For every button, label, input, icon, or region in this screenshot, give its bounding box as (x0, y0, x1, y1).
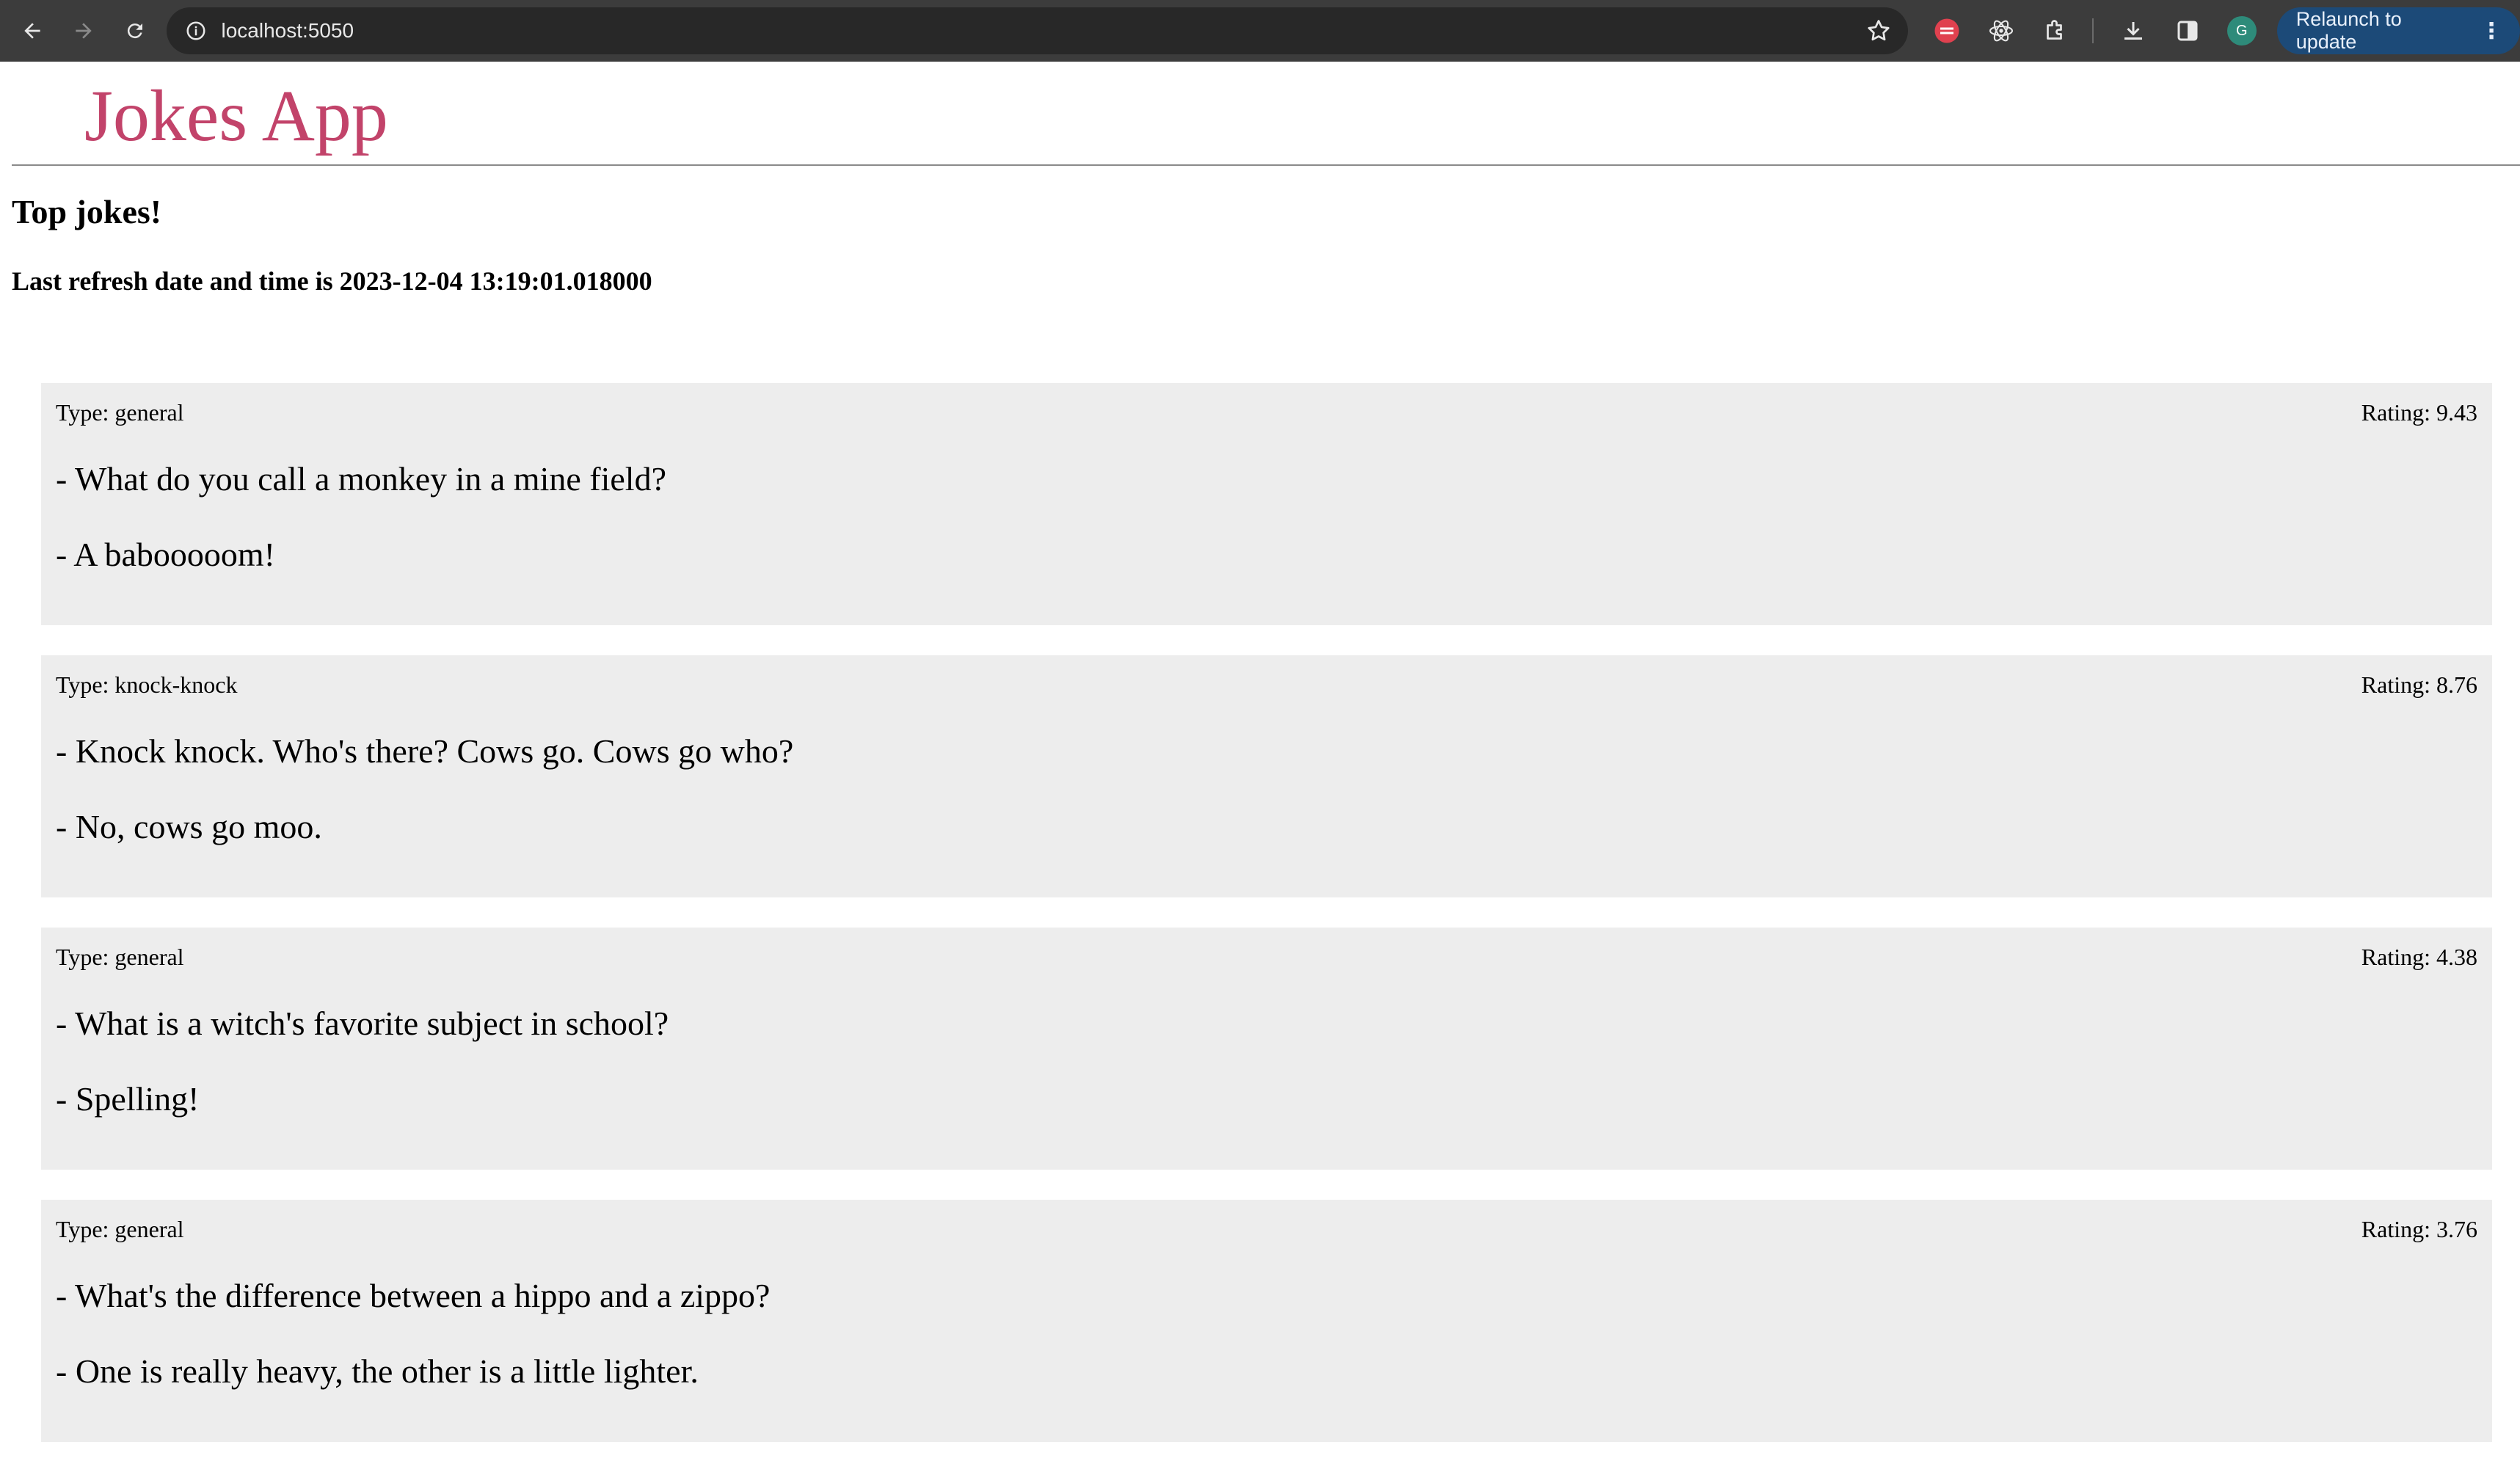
joke-setup: - What do you call a monkey in a mine fi… (56, 460, 666, 498)
joke-rating: Rating: 9.43 (2361, 399, 2477, 426)
bookmark-star-icon[interactable] (1865, 18, 1892, 44)
joke-card: Type: knock-knock Rating: 8.76 - Knock k… (41, 655, 2492, 897)
more-menu-icon[interactable]: ⋮ (2480, 18, 2502, 44)
joke-punchline: - A babooooom! (56, 536, 275, 573)
address-bar[interactable]: localhost:5050 (167, 7, 1908, 54)
joke-setup: - What's the difference between a hippo … (56, 1277, 771, 1314)
arrow-right-icon (76, 23, 92, 39)
arrow-left-icon (24, 23, 40, 39)
header-divider (12, 164, 2520, 166)
browser-toolbar: localhost:5050 G Relaunch to update ⋮ (0, 0, 2520, 62)
joke-rating: Rating: 3.76 (2361, 1216, 2477, 1242)
download-icon[interactable] (2119, 16, 2148, 45)
joke-rating: Rating: 4.38 (2361, 944, 2477, 970)
joke-card: Type: general Rating: 9.43 - What do you… (41, 383, 2492, 625)
app-title: Jokes App (84, 75, 388, 156)
react-devtools-icon[interactable] (1986, 16, 2016, 45)
extensions-puzzle-icon[interactable] (2041, 16, 2070, 45)
relaunch-label: Relaunch to update (2295, 8, 2402, 53)
joke-setup: - Knock knock. Who's there? Cows go. Cow… (56, 732, 794, 770)
site-info-icon[interactable] (184, 19, 208, 43)
side-panel-icon[interactable] (2173, 16, 2202, 45)
joke-setup: - What is a witch's favorite subject in … (56, 1005, 669, 1042)
joke-card: Type: general Rating: 3.76 - What's the … (41, 1200, 2492, 1442)
joke-card: Type: general Rating: 4.38 - What is a w… (41, 928, 2492, 1170)
joke-punchline: - One is really heavy, the other is a li… (56, 1352, 699, 1390)
last-refresh-text: Last refresh date and time is 2023-12-04… (12, 266, 652, 296)
joke-type: Type: general (56, 1216, 184, 1242)
toolbar-separator (2092, 18, 2094, 43)
jokes-list: Type: general Rating: 9.43 - What do you… (41, 383, 2492, 1472)
forward-button[interactable] (65, 12, 103, 50)
joke-type: Type: knock-knock (56, 671, 238, 698)
joke-rating: Rating: 8.76 (2361, 671, 2477, 698)
back-button[interactable] (13, 12, 51, 50)
joke-punchline: - No, cows go moo. (56, 808, 322, 845)
reload-icon (127, 23, 142, 39)
page-heading: Top jokes! (12, 193, 162, 230)
joke-type: Type: general (56, 944, 184, 970)
relaunch-to-update-button[interactable]: Relaunch to update ⋮ (2276, 7, 2520, 54)
profile-avatar[interactable]: G (2226, 16, 2257, 45)
extension-red-icon[interactable] (1933, 16, 1962, 45)
joke-punchline: - Spelling! (56, 1080, 200, 1118)
url-text[interactable]: localhost:5050 (221, 19, 354, 43)
reload-button[interactable] (116, 12, 154, 50)
joke-type: Type: general (56, 399, 184, 426)
